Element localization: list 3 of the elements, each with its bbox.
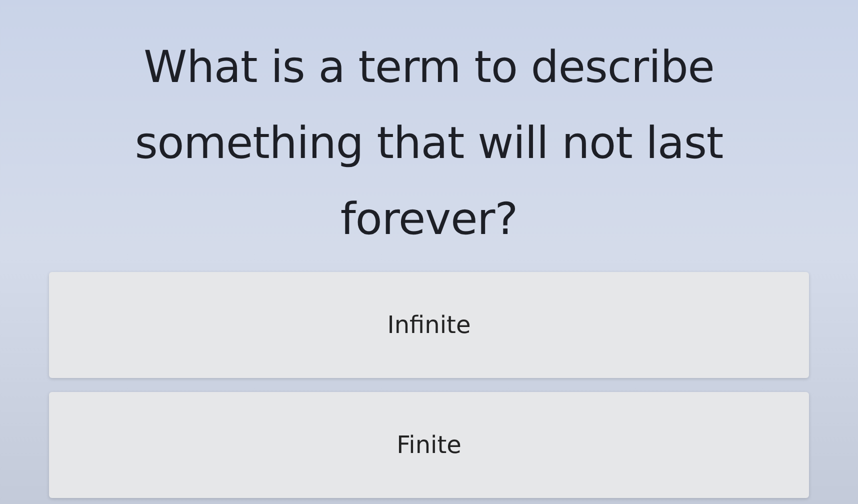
question-text: What is a term to describe something that will not last forever? bbox=[134, 41, 724, 247]
answer-option[interactable]: Finite bbox=[49, 392, 809, 498]
answer-option[interactable]: Infinite bbox=[49, 272, 809, 378]
